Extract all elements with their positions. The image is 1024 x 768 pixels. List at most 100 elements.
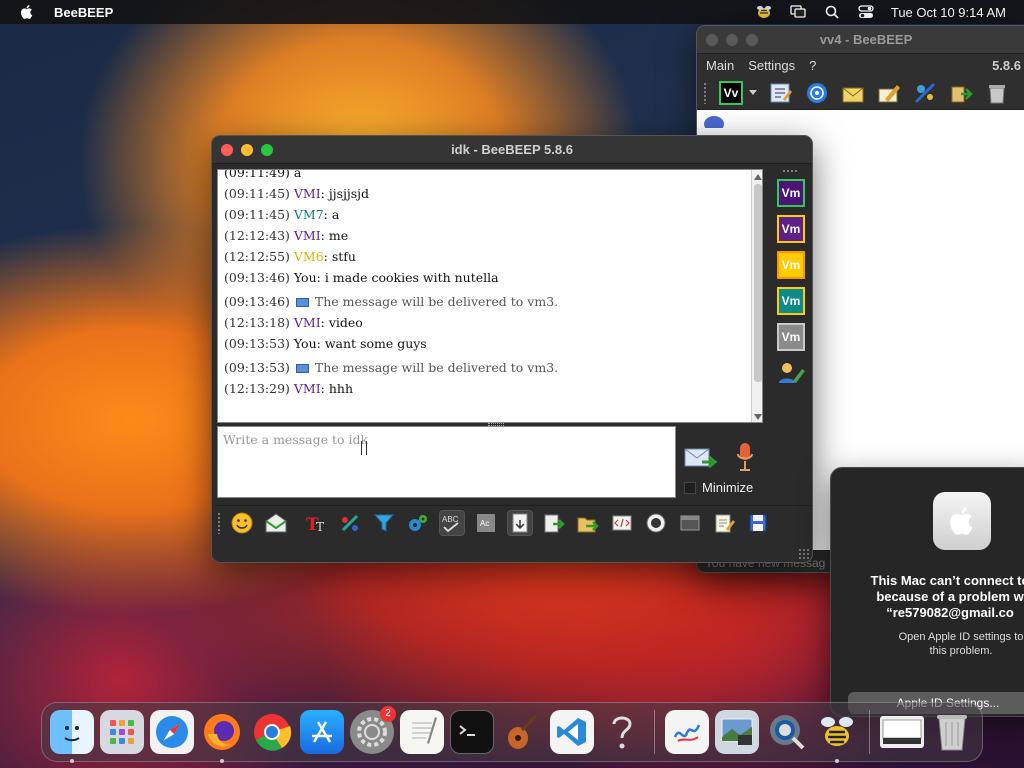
- menu-settings[interactable]: Settings: [748, 58, 795, 73]
- member-avatar[interactable]: Vm: [777, 323, 805, 351]
- scroll-down-arrow[interactable]: [754, 414, 762, 420]
- member-avatar[interactable]: Vm: [777, 215, 805, 243]
- close-button[interactable]: [221, 143, 233, 156]
- spellcheck-icon: ABC: [442, 515, 459, 532]
- sender-name[interactable]: VMI: [294, 228, 321, 243]
- user-avatar-icon[interactable]: Vv: [719, 80, 743, 105]
- html-code-button[interactable]: [609, 510, 635, 536]
- file-icon: [512, 513, 528, 532]
- send-folder-button[interactable]: [575, 510, 601, 536]
- sender-name[interactable]: VM6: [294, 249, 324, 264]
- member-avatar[interactable]: Vm: [777, 287, 805, 315]
- font-color-button[interactable]: [337, 510, 363, 536]
- dock-help[interactable]: [600, 710, 644, 754]
- toolbar-grip[interactable]: [703, 81, 707, 104]
- file-button[interactable]: [507, 509, 533, 536]
- save-chat-button[interactable]: [745, 510, 771, 536]
- minimize-button[interactable]: [241, 143, 253, 156]
- sender-name[interactable]: You: [294, 270, 317, 285]
- dock-minimized-window[interactable]: [880, 716, 924, 748]
- word-completer-button[interactable]: Ac: [473, 510, 499, 536]
- send-button[interactable]: [684, 444, 718, 472]
- dock-garageband[interactable]: [500, 710, 544, 754]
- apple-menu-icon[interactable]: [18, 3, 36, 21]
- font-button[interactable]: TT: [303, 510, 329, 536]
- svg-text:Ac: Ac: [480, 519, 489, 528]
- zoom-button[interactable]: [261, 143, 273, 156]
- write-message-icon[interactable]: [877, 81, 901, 105]
- window-titlebar: vv4 - BeeBEEP: [697, 26, 1024, 54]
- minimize-button[interactable]: [726, 33, 738, 46]
- active-app-name[interactable]: BeeBEEP: [54, 5, 113, 20]
- dock-quicktime[interactable]: [765, 710, 809, 754]
- menu-main[interactable]: Main: [706, 58, 734, 73]
- dropdown-arrow-icon[interactable]: [749, 90, 757, 95]
- dock-terminal[interactable]: [450, 710, 494, 754]
- notes-button[interactable]: [711, 510, 737, 536]
- share-icon[interactable]: [949, 81, 973, 105]
- buzz-button[interactable]: [677, 510, 703, 536]
- voice-message-button[interactable]: [736, 442, 754, 472]
- message-timestamp: (09:11:45): [224, 207, 290, 222]
- dock-textedit[interactable]: [400, 710, 444, 754]
- chat-history[interactable]: (09:11:49) a (09:11:45) VMI: jjsjjsjd (09…: [217, 169, 763, 423]
- dock-finder[interactable]: [50, 710, 94, 763]
- freeform-icon: [673, 724, 701, 742]
- sender-name[interactable]: VMI: [294, 381, 321, 396]
- open-mail-button[interactable]: [263, 510, 289, 536]
- dock-safari[interactable]: [150, 710, 194, 754]
- edit-profile-icon[interactable]: [769, 81, 793, 105]
- sender-name[interactable]: VM7: [294, 207, 324, 222]
- message-timestamp: (12:13:29): [224, 381, 290, 396]
- toolbar-grip[interactable]: [217, 511, 221, 534]
- dock-firefox[interactable]: [200, 710, 244, 763]
- dock-preview[interactable]: [715, 710, 759, 754]
- control-center-icon[interactable]: [857, 4, 875, 20]
- emoticons-button[interactable]: [229, 510, 255, 536]
- send-file-button[interactable]: [541, 510, 567, 536]
- settings-button[interactable]: [405, 510, 431, 536]
- dock-freeform[interactable]: [665, 710, 709, 754]
- sender-name[interactable]: You: [294, 336, 317, 351]
- member-list-grip[interactable]: [782, 169, 798, 173]
- window-resize-grip[interactable]: [798, 548, 810, 560]
- screenshot-button[interactable]: [643, 510, 669, 536]
- zoom-button[interactable]: [746, 33, 758, 46]
- chat-scrollbar[interactable]: [751, 170, 762, 422]
- member-avatar[interactable]: Vm: [777, 251, 805, 279]
- minimize-toggle[interactable]: Minimize: [684, 480, 753, 495]
- spellcheck-button[interactable]: ABC: [439, 509, 465, 536]
- add-members-icon[interactable]: [776, 359, 806, 387]
- message-text: video: [328, 315, 363, 330]
- chat-message: (12:13:18) VMI: video: [224, 312, 746, 333]
- dock-vscode[interactable]: [550, 710, 594, 754]
- dock-app-store[interactable]: [300, 710, 344, 754]
- scroll-up-arrow[interactable]: [754, 174, 762, 180]
- screen-mirroring-icon[interactable]: [789, 4, 807, 20]
- chat-member-list: Vm Vm Vm Vm Vm: [772, 169, 808, 391]
- menu-help[interactable]: ?: [809, 58, 816, 73]
- filter-button[interactable]: [371, 510, 397, 536]
- network-icon[interactable]: [805, 81, 829, 105]
- beebeep-status-icon[interactable]: [755, 4, 773, 20]
- dock-system-settings[interactable]: 2: [350, 706, 396, 754]
- dock-trash[interactable]: [930, 710, 974, 754]
- dock-chrome[interactable]: [250, 710, 294, 754]
- search-icon[interactable]: [823, 4, 841, 20]
- message-icon[interactable]: [841, 81, 865, 105]
- sender-name[interactable]: VMI: [294, 315, 321, 330]
- member-avatar[interactable]: Vm: [777, 179, 805, 207]
- name-separator: :: [320, 315, 329, 330]
- minimize-checkbox[interactable]: [684, 481, 696, 494]
- scroll-thumb[interactable]: [754, 184, 762, 382]
- dock-beebeep[interactable]: [815, 710, 859, 763]
- dock-launchpad[interactable]: [100, 710, 144, 754]
- plugins-icon[interactable]: [913, 81, 937, 105]
- sender-name[interactable]: VMI: [294, 186, 321, 201]
- message-input[interactable]: Write a message to idk: [217, 426, 676, 498]
- trash-icon[interactable]: [985, 81, 1009, 105]
- name-separator: :: [316, 270, 325, 285]
- menubar-clock[interactable]: Tue Oct 10 9:14 AM: [891, 5, 1006, 20]
- close-button[interactable]: [706, 33, 718, 46]
- code-icon: [612, 515, 632, 530]
